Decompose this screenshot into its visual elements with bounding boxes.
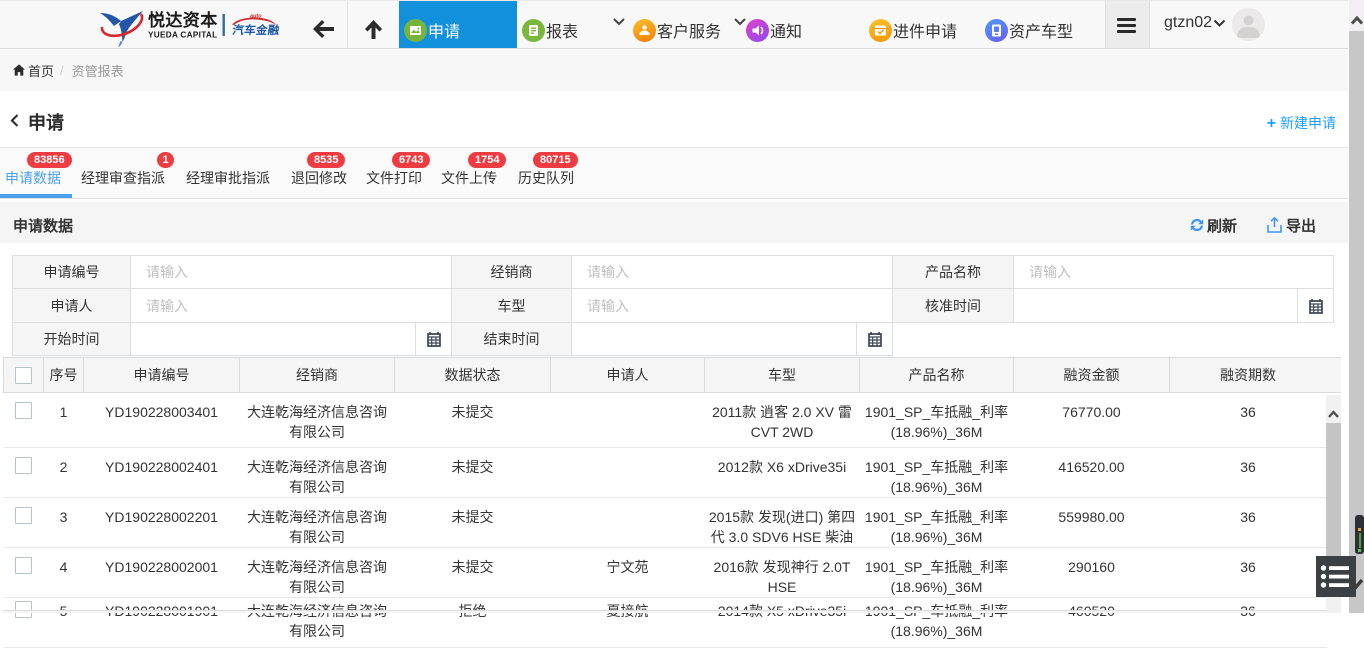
svg-text:汽车金融: 汽车金融 <box>232 23 281 37</box>
svg-text:悦达资本: 悦达资本 <box>148 10 218 30</box>
svg-text:auto: auto <box>250 14 262 20</box>
svg-text:YUEDA CAPITAL: YUEDA CAPITAL <box>148 31 217 40</box>
